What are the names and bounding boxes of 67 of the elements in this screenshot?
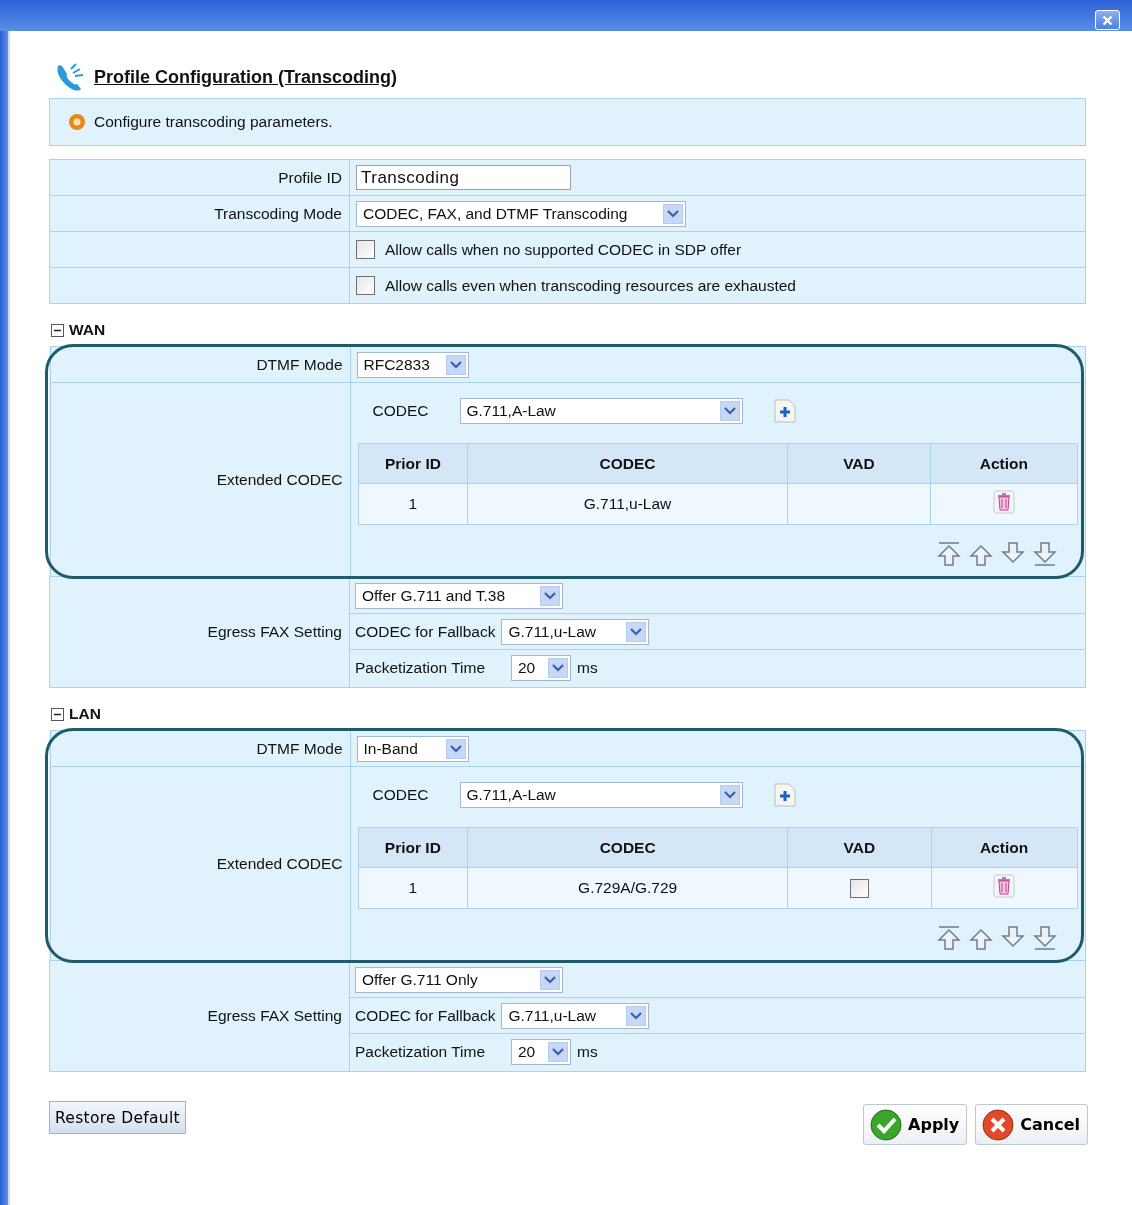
column-header: Prior ID xyxy=(358,443,468,484)
field-label: CODEC for Fallback xyxy=(355,622,496,641)
move-bottom-icon[interactable] xyxy=(1031,541,1058,567)
table-cell: 1 xyxy=(358,867,468,909)
field-label: CODEC for Fallback xyxy=(355,1006,496,1025)
field-label: Packetization Time xyxy=(355,659,487,677)
field-label: Profile ID xyxy=(278,168,342,186)
close-icon xyxy=(1102,14,1113,26)
field-label: CODEC xyxy=(372,786,430,804)
restore-default-button[interactable]: Restore Default xyxy=(49,1101,186,1134)
page-title: Profile Configuration (Transcoding) xyxy=(94,66,397,88)
field-label: DTMF Mode xyxy=(256,739,343,757)
unit-label: ms xyxy=(577,659,598,677)
codec-select[interactable]: G.711,A-Law xyxy=(459,782,743,808)
profile-id-field[interactable]: Transcoding xyxy=(356,165,571,190)
column-header: Action xyxy=(930,443,1077,484)
bullet-icon xyxy=(68,113,86,131)
trash-icon[interactable] xyxy=(993,874,1016,898)
column-header: VAD xyxy=(787,443,931,484)
field-label: Packetization Time xyxy=(355,1043,487,1061)
packetization-time-select[interactable]: 20 xyxy=(511,655,571,681)
collapse-icon[interactable] xyxy=(51,707,64,721)
transcoding-mode-select[interactable]: CODEC, FAX, and DTMF Transcoding xyxy=(356,200,686,227)
fallback-codec-select[interactable]: G.711,u-Law xyxy=(501,618,650,645)
dtmf-mode-select[interactable]: RFC2833 xyxy=(356,351,469,378)
checkbox[interactable] xyxy=(356,240,375,259)
section-title: WAN xyxy=(69,321,106,339)
column-header: CODEC xyxy=(467,827,788,868)
info-text: Configure transcoding parameters. xyxy=(94,113,333,131)
close-button[interactable] xyxy=(1095,10,1120,30)
fax-offer-select[interactable]: Offer G.711 Only xyxy=(355,966,563,993)
column-header: VAD xyxy=(787,827,932,868)
packetization-time-select[interactable]: 20 xyxy=(511,1039,571,1065)
dtmf-mode-select[interactable]: In-Band xyxy=(356,735,469,762)
table-cell: G.729A/G.729 xyxy=(467,867,788,909)
field-label: Extended CODEC xyxy=(216,854,343,872)
table-cell: 1 xyxy=(358,483,468,525)
field-label: Egress FAX Setting xyxy=(207,623,342,640)
fallback-codec-select[interactable]: G.711,u-Law xyxy=(501,1002,650,1029)
column-header: Action xyxy=(931,827,1077,868)
add-icon[interactable] xyxy=(772,782,797,808)
checkbox-label: Allow calls even when transcoding resources are exhausted xyxy=(385,276,796,295)
field-label: Egress FAX Setting xyxy=(207,1007,342,1024)
move-top-icon[interactable] xyxy=(935,541,962,567)
field-label: Transcoding Mode xyxy=(214,204,342,222)
unit-label: ms xyxy=(577,1043,598,1061)
table-cell: G.711,u-Law xyxy=(467,483,788,525)
add-icon[interactable] xyxy=(772,398,797,424)
check-icon xyxy=(870,1108,903,1141)
apply-button[interactable]: Apply xyxy=(863,1104,968,1145)
fax-offer-select[interactable]: Offer G.711 and T.38 xyxy=(355,582,563,609)
collapse-icon[interactable] xyxy=(51,323,64,337)
field-label: CODEC xyxy=(372,402,430,420)
checkbox[interactable] xyxy=(356,276,375,295)
column-header: CODEC xyxy=(467,443,788,484)
codec-select[interactable]: G.711,A-Law xyxy=(459,398,743,424)
trash-icon[interactable] xyxy=(992,490,1015,514)
section-title: LAN xyxy=(69,705,101,723)
move-bottom-icon[interactable] xyxy=(1031,925,1058,951)
field-label: DTMF Mode xyxy=(256,355,343,373)
checkbox-label: Allow calls when no supported CODEC in SDP offer xyxy=(385,240,742,259)
column-header: Prior ID xyxy=(358,827,468,868)
move-top-icon[interactable] xyxy=(935,925,962,951)
cancel-icon xyxy=(982,1108,1015,1141)
field-label: Extended CODEC xyxy=(216,470,343,488)
cancel-button[interactable]: Cancel xyxy=(975,1104,1088,1145)
checkbox[interactable] xyxy=(849,878,869,898)
